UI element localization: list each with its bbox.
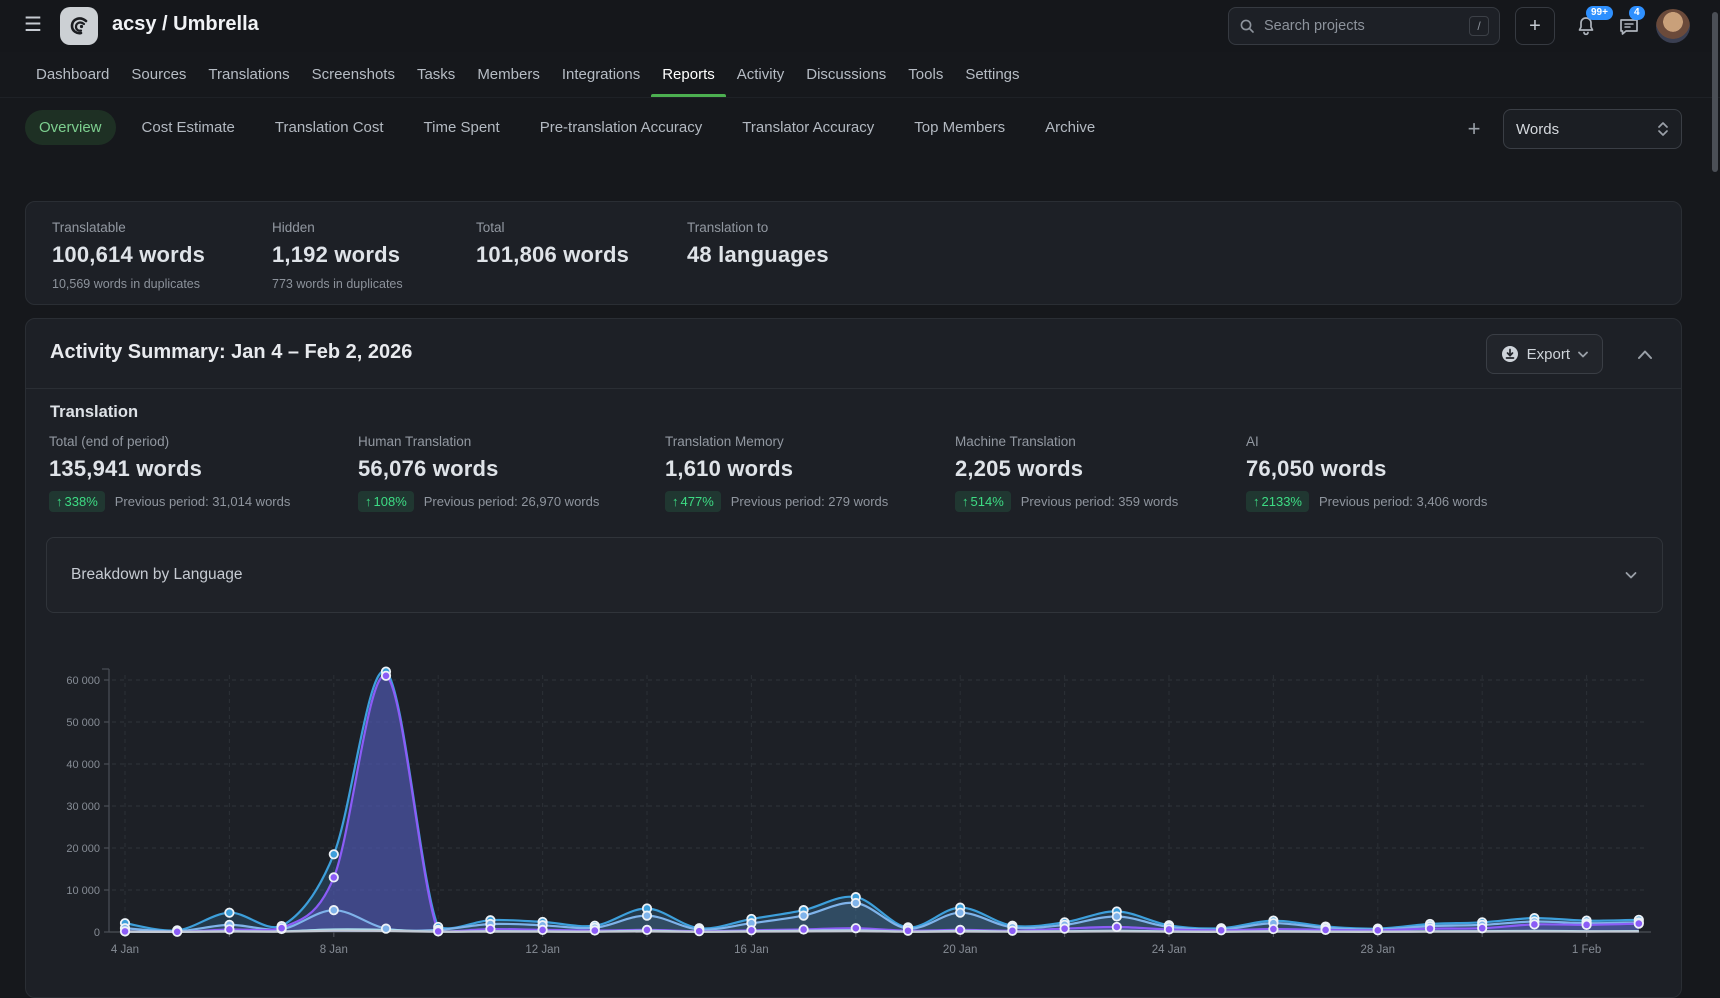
breakdown-by-language-toggle[interactable]: Breakdown by Language	[46, 537, 1663, 613]
notifications-count-badge: 99+	[1586, 6, 1613, 20]
svg-text:40 000: 40 000	[66, 759, 100, 771]
subtab-translation-cost[interactable]: Translation Cost	[261, 110, 398, 145]
trend-up-icon: ↑	[56, 494, 63, 509]
trend-badge: ↑2133%	[1246, 491, 1309, 512]
nav-members[interactable]: Members	[466, 52, 551, 97]
chevron-down-icon	[1624, 568, 1638, 582]
stat-hidden: Hidden 1,192 words 773 words in duplicat…	[272, 220, 403, 291]
stat-total: Total 101,806 words	[476, 220, 629, 268]
activity-stat-total: Total (end of period) 135,941 words ↑338…	[49, 434, 290, 512]
top-bar: ☰ acsy / Umbrella Search projects / + 99…	[0, 0, 1720, 52]
activity-stat-mt: Machine Translation 2,205 words ↑514% Pr…	[955, 434, 1178, 512]
nav-activity[interactable]: Activity	[726, 52, 796, 97]
nav-tasks[interactable]: Tasks	[406, 52, 466, 97]
messages-count-badge: 4	[1629, 6, 1645, 20]
svg-text:10 000: 10 000	[66, 885, 100, 897]
svg-text:28 Jan: 28 Jan	[1361, 944, 1396, 956]
subtab-top-members[interactable]: Top Members	[900, 110, 1019, 145]
trend-badge: ↑338%	[49, 491, 105, 512]
activity-stat-ai: AI 76,050 words ↑2133% Previous period: …	[1246, 434, 1487, 512]
breakdown-label: Breakdown by Language	[71, 566, 1624, 584]
nav-settings[interactable]: Settings	[954, 52, 1030, 97]
search-placeholder: Search projects	[1264, 18, 1469, 34]
activity-title: Activity Summary: Jan 4 – Feb 2, 2026	[50, 341, 412, 364]
unit-select[interactable]: Words	[1503, 109, 1682, 149]
search-icon	[1239, 18, 1255, 34]
reports-subnav: Overview Cost Estimate Translation Cost …	[0, 98, 1720, 160]
select-arrows-icon	[1657, 121, 1669, 137]
nav-reports[interactable]: Reports	[651, 52, 726, 97]
svg-text:0: 0	[94, 927, 100, 939]
subtab-overview[interactable]: Overview	[25, 110, 116, 145]
project-breadcrumb-title: acsy / Umbrella	[112, 13, 259, 36]
app-logo[interactable]	[60, 7, 98, 45]
vertical-scrollbar[interactable]	[1712, 12, 1718, 172]
subtab-cost-estimate[interactable]: Cost Estimate	[128, 110, 249, 145]
subtab-time-spent[interactable]: Time Spent	[410, 110, 514, 145]
svg-text:60 000: 60 000	[66, 675, 100, 687]
nav-screenshots[interactable]: Screenshots	[301, 52, 406, 97]
user-avatar[interactable]	[1656, 9, 1690, 43]
activity-summary-card: Activity Summary: Jan 4 – Feb 2, 2026 Ex…	[25, 318, 1682, 998]
add-report-button[interactable]: +	[1460, 115, 1488, 143]
nav-discussions[interactable]: Discussions	[795, 52, 897, 97]
messages-button[interactable]: 4	[1617, 14, 1641, 38]
translation-section-title: Translation	[50, 403, 138, 422]
svg-text:24 Jan: 24 Jan	[1152, 944, 1187, 956]
svg-text:8 Jan: 8 Jan	[320, 944, 348, 956]
svg-text:50 000: 50 000	[66, 717, 100, 729]
collapse-section-button[interactable]	[1635, 345, 1655, 365]
trend-up-icon: ↑	[365, 494, 372, 509]
nav-translations[interactable]: Translations	[197, 52, 300, 97]
svg-text:16 Jan: 16 Jan	[734, 944, 769, 956]
notifications-button[interactable]: 99+	[1574, 14, 1598, 38]
dropdown-caret-icon	[1578, 351, 1588, 358]
trend-badge: ↑477%	[665, 491, 721, 512]
svg-text:20 Jan: 20 Jan	[943, 944, 978, 956]
trend-badge: ↑514%	[955, 491, 1011, 512]
search-shortcut-hint: /	[1469, 16, 1489, 36]
svg-text:30 000: 30 000	[66, 801, 100, 813]
stat-translatable: Translatable 100,614 words 10,569 words …	[52, 220, 205, 291]
activity-header: Activity Summary: Jan 4 – Feb 2, 2026 Ex…	[26, 319, 1681, 389]
nav-tools[interactable]: Tools	[897, 52, 954, 97]
hamburger-menu-icon[interactable]: ☰	[22, 14, 44, 36]
download-icon	[1501, 345, 1519, 363]
nav-integrations[interactable]: Integrations	[551, 52, 651, 97]
nav-sources[interactable]: Sources	[120, 52, 197, 97]
svg-text:12 Jan: 12 Jan	[525, 944, 560, 956]
trend-up-icon: ↑	[1253, 494, 1260, 509]
export-button[interactable]: Export	[1486, 334, 1603, 374]
subtab-pretranslation-accuracy[interactable]: Pre-translation Accuracy	[526, 110, 717, 145]
svg-text:4 Jan: 4 Jan	[111, 944, 139, 956]
trend-up-icon: ↑	[672, 494, 679, 509]
stat-translation-to: Translation to 48 languages	[687, 220, 829, 268]
create-project-button[interactable]: +	[1515, 7, 1555, 45]
export-label: Export	[1527, 346, 1570, 363]
unit-select-value: Words	[1516, 121, 1657, 138]
subtab-archive[interactable]: Archive	[1031, 110, 1109, 145]
subtab-translator-accuracy[interactable]: Translator Accuracy	[728, 110, 888, 145]
word-stats-card: Translatable 100,614 words 10,569 words …	[25, 201, 1682, 305]
activity-chart: 0 10 000 20 000 30 000 40 000 50 000 60 000 4 J…	[46, 629, 1668, 974]
nav-dashboard[interactable]: Dashboard	[25, 52, 120, 97]
project-nav: Dashboard Sources Translations Screensho…	[0, 52, 1720, 98]
svg-text:20 000: 20 000	[66, 843, 100, 855]
bird-logo-icon	[66, 13, 92, 39]
trend-up-icon: ↑	[962, 494, 969, 509]
activity-stat-tm: Translation Memory 1,610 words ↑477% Pre…	[665, 434, 888, 512]
search-input[interactable]: Search projects /	[1228, 7, 1500, 45]
svg-text:1 Feb: 1 Feb	[1572, 944, 1601, 956]
trend-badge: ↑108%	[358, 491, 414, 512]
activity-stat-human: Human Translation 56,076 words ↑108% Pre…	[358, 434, 599, 512]
